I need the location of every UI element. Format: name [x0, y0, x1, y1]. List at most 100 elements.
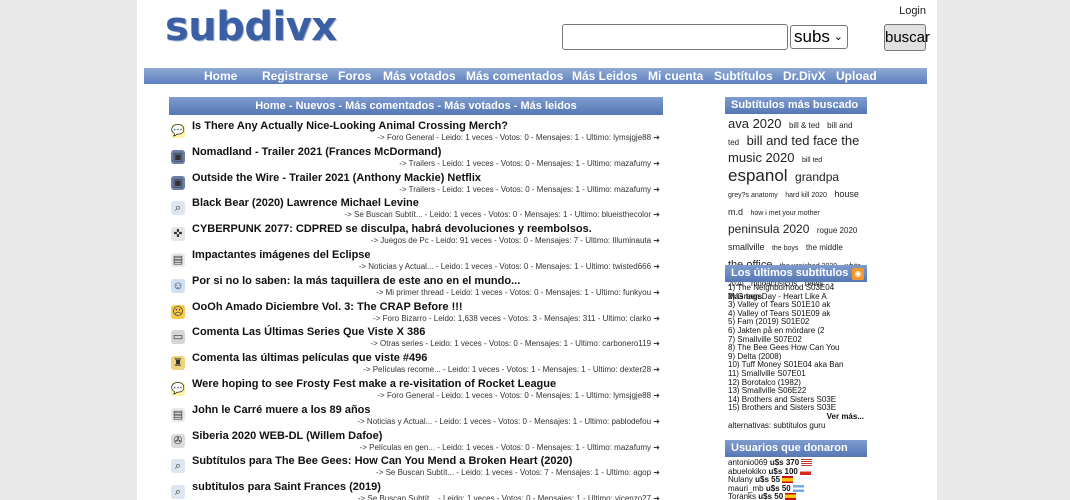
search-input[interactable] [562, 24, 788, 50]
go-last-post-icon[interactable]: ➜ [651, 468, 660, 477]
forum-thread-row[interactable]: ☺ Por si no lo saben: la más taquillera d… [169, 273, 663, 299]
go-last-post-icon[interactable]: ➜ [651, 236, 660, 245]
forum-thread-row[interactable]: 💬 Is There Any Actually Nice-Looking Anim… [169, 118, 663, 144]
magnifier-icon: ⌕ [171, 485, 185, 500]
nav-más-votados[interactable]: Más votados [383, 68, 456, 84]
forum-thread-row[interactable]: ▤ John le Carré muere a los 89 años -> Not… [169, 402, 663, 428]
thread-title[interactable]: Black Bear (2020) Lawrence Michael Levin… [192, 197, 419, 209]
thread-title[interactable]: Were hoping to see Frosty Fest make a re… [192, 378, 556, 390]
site-logo[interactable]: subdivx [165, 4, 337, 50]
nav-registrarse[interactable]: Registrarse [262, 68, 328, 84]
forum-thread-row[interactable]: ⌕ Black Bear (2020) Lawrence Michael Levi… [169, 195, 663, 221]
tag-link[interactable]: bill and ted face the music 2020 [728, 133, 859, 165]
magnifier-icon: ⌕ [171, 459, 185, 474]
thread-title[interactable]: Nomadland - Trailer 2021 (Frances McDorm… [192, 146, 441, 158]
tag-link[interactable]: bill & ted [789, 121, 820, 130]
tv-icon: ▭ [171, 330, 185, 345]
forum-thread-row[interactable]: ▣ Outside the Wire - Trailer 2021 (Anthon… [169, 170, 663, 196]
tag-link[interactable]: how i met your mother [750, 210, 819, 217]
rss-icon[interactable]: ◉ [852, 268, 864, 280]
tag-link[interactable]: espanol [728, 166, 788, 185]
thread-meta: -> Trailers - Leido: 1 veces - Votos: 0 … [399, 159, 660, 168]
nav-mi-cuenta[interactable]: Mi cuenta [648, 68, 703, 84]
thread-title[interactable]: Comenta Las Últimas Series Que Viste X 3… [192, 326, 425, 338]
forum-thread-row[interactable]: ⌕ subtitulos para Saint Frances (2019) -> … [169, 479, 663, 500]
news-icon: ▤ [171, 252, 185, 267]
go-last-post-icon[interactable]: ➜ [651, 339, 660, 348]
donor-name[interactable]: Toranks [728, 492, 756, 500]
forum-thread-row[interactable]: ▭ Comenta Las Últimas Series Que Viste X … [169, 324, 663, 350]
thread-meta-text: -> Otras series - Leido: 1 veces - Votos… [370, 339, 652, 349]
thread-meta: -> Juegos de Pc - Leido: 91 veces - Voto… [371, 236, 660, 245]
tag-link[interactable]: hard kill 2020 [785, 192, 827, 199]
tag-link[interactable]: grandpa [795, 170, 839, 184]
thread-meta: -> Mi primer thread - Leido: 1 veces - V… [376, 288, 660, 297]
thread-title[interactable]: CYBERPUNK 2077: CDPRED se disculpa, habr… [192, 223, 592, 235]
tag-link[interactable]: peninsula 2020 [728, 222, 809, 236]
thread-title[interactable]: Siberia 2020 WEB-DL (Willem Dafoe) [192, 430, 382, 442]
thread-title[interactable]: Impactantes imágenes del Eclipse [192, 249, 371, 261]
go-last-post-icon[interactable]: ➜ [651, 365, 660, 374]
nav-foros[interactable]: Foros [338, 68, 371, 84]
forum-list-heading[interactable]: Home - Nuevos - Más comentados - Más vot… [169, 97, 663, 115]
thread-meta-text: -> Películas en gen... - Leido: 1 veces … [359, 442, 652, 452]
go-last-post-icon[interactable]: ➜ [651, 391, 660, 400]
forum-thread-row[interactable]: ♜ Comenta las últimas películas que viste… [169, 350, 663, 376]
thread-title[interactable]: Subtítulos para The Bee Gees: How Can Yo… [192, 455, 572, 467]
go-last-post-icon[interactable]: ➜ [651, 159, 660, 168]
thread-title[interactable]: subtitulos para Saint Frances (2019) [192, 481, 381, 493]
thread-title[interactable]: Is There Any Actually Nice-Looking Anima… [192, 120, 508, 132]
thread-meta: -> Foro Bizarro - Leido: 1,638 veces - V… [373, 314, 660, 323]
thread-meta: -> Se Buscan Subtít... - Leido: 1 veces … [376, 468, 660, 477]
thread-title[interactable]: Por si no lo saben: la más taquillera de… [192, 275, 520, 287]
forum-thread-row[interactable]: ▤ Impactantes imágenes del Eclipse -> Noti… [169, 247, 663, 273]
joystick-icon: ✜ [171, 227, 185, 242]
tag-link[interactable]: rogue 2020 [817, 226, 857, 235]
tag-link[interactable]: the middle [806, 243, 843, 252]
nav-dr-divx[interactable]: Dr.DivX [783, 68, 826, 84]
oscar-icon: ♜ [171, 356, 185, 371]
tag-link[interactable]: smallville [728, 242, 765, 252]
forum-thread-row[interactable]: ✜ CYBERPUNK 2077: CDPRED se disculpa, hab… [169, 221, 663, 247]
nav-home[interactable]: Home [204, 68, 237, 84]
forum-thread-row[interactable]: ✇ Siberia 2020 WEB-DL (Willem Dafoe) -> Pe… [169, 428, 663, 454]
login-link[interactable]: Login [899, 5, 926, 17]
go-last-post-icon[interactable]: ➜ [651, 417, 660, 426]
thread-meta: -> Se Buscan Subtít... - Leido: 1 veces … [344, 210, 660, 219]
thread-title[interactable]: OoOh Amado Diciembre Vol. 3: The CRAP Be… [192, 301, 463, 313]
alternatives-link[interactable]: alternativas: subtitulos guru [728, 421, 864, 431]
go-last-post-icon[interactable]: ➜ [651, 314, 660, 323]
go-last-post-icon[interactable]: ➜ [651, 494, 660, 500]
go-last-post-icon[interactable]: ➜ [651, 185, 660, 194]
tag-link[interactable]: ava 2020 [728, 116, 782, 131]
forum-thread-row[interactable]: ▣ Nomadland - Trailer 2021 (Frances McDor… [169, 144, 663, 170]
tag-link[interactable]: grey?s anatomy [728, 192, 778, 199]
forum-thread-row[interactable]: ⌕ Subtítulos para The Bee Gees: How Can Y… [169, 453, 663, 479]
nav-upload[interactable]: Upload [836, 68, 877, 84]
go-last-post-icon[interactable]: ➜ [651, 443, 660, 452]
thread-meta-text: -> Se Buscan Subtít... - Leido: 1 veces … [344, 210, 652, 220]
thread-title[interactable]: Comenta las últimas películas que viste … [192, 352, 427, 364]
forum-thread-row[interactable]: ☹ OoOh Amado Diciembre Vol. 3: The CRAP B… [169, 299, 663, 325]
donors-list: antonio069 u$s 370 abuelokiko u$s 100 Nula… [725, 457, 867, 500]
nav-subtítulos[interactable]: Subtítulos [714, 68, 773, 84]
thread-meta: -> Otras series - Leido: 1 veces - Votos… [370, 339, 660, 348]
forum-thread-row[interactable]: 💬 Were hoping to see Frosty Fest make a r… [169, 376, 663, 402]
search-button[interactable]: buscar [884, 24, 930, 51]
tag-link[interactable]: the boys [772, 245, 798, 252]
tag-link[interactable]: bill ted [802, 157, 822, 164]
search-type-select[interactable]: subs ⌄ [790, 25, 848, 49]
thread-title[interactable]: Outside the Wire - Trailer 2021 (Anthony… [192, 172, 481, 184]
nav-más-leidos[interactable]: Más Leidos [572, 68, 637, 84]
go-last-post-icon[interactable]: ➜ [651, 262, 660, 271]
go-last-post-icon[interactable]: ➜ [651, 210, 660, 219]
thread-meta-text: -> Se Buscan Subtít... - Leido: 1 veces … [357, 494, 652, 500]
thread-meta-text: -> Juegos de Pc - Leido: 91 veces - Voto… [370, 236, 652, 246]
go-last-post-icon[interactable]: ➜ [651, 133, 660, 142]
nav-más-comentados[interactable]: Más comentados [466, 68, 563, 84]
thread-meta-text: -> Mi primer thread - Leido: 1 veces - V… [376, 287, 652, 297]
go-last-post-icon[interactable]: ➜ [651, 288, 660, 297]
thread-title[interactable]: John le Carré muere a los 89 años [192, 404, 371, 416]
thread-meta-text: -> Noticias y Actual... - Leido: 1 veces… [357, 416, 652, 426]
smiley-icon: ☹ [171, 304, 185, 319]
